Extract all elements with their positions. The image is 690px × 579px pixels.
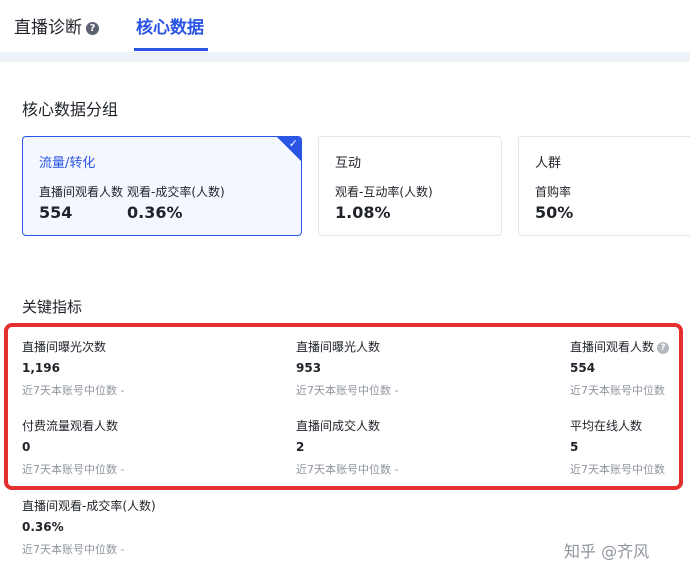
kpi-median-note: 近7天本账号中位数 - <box>296 384 399 397</box>
metric-value: 1.08% <box>335 203 391 222</box>
metric-label: 直播间观看人数 <box>39 185 124 199</box>
kpi-label: 平均在线人数 <box>570 419 643 433</box>
tab-core-data[interactable]: 核心数据 <box>136 13 204 38</box>
kpi-label-row: 直播间观看人数? <box>570 338 670 355</box>
metric-label: 首购率 <box>535 185 572 199</box>
group-card-interaction[interactable]: 互动 观看-互动率(人数) 1.08% <box>318 136 502 236</box>
kpi-item: 付费流量观看人数 0 近7天本账号中位数 - <box>22 417 124 477</box>
kpi-value: 953 <box>296 361 322 375</box>
divider <box>0 52 690 62</box>
help-icon[interactable]: ? <box>86 22 99 35</box>
tab-bar: 直播诊断? 核心数据 <box>0 0 690 52</box>
kpi-median-note: 近7天本账号中位数 <box>570 384 665 397</box>
metric-value: 50% <box>535 203 574 222</box>
help-icon[interactable]: ? <box>657 342 670 354</box>
kpi-item: 直播间曝光人数 953 近7天本账号中位数 - <box>296 338 398 398</box>
kpi-label: 直播间曝光人数 <box>296 340 381 354</box>
kpi-value: 0.36% <box>22 520 64 534</box>
metric-label: 观看-成交率(人数) <box>127 185 225 199</box>
group-card-title: 流量/转化 <box>39 156 96 171</box>
kpi-value: 1,196 <box>22 361 60 375</box>
metric-value: 554 <box>39 203 73 222</box>
tab-live-diagnosis[interactable]: 直播诊断? <box>14 13 99 38</box>
kpi-item: 平均在线人数 5 近7天本账号中位数 <box>570 417 665 477</box>
kpi-label: 直播间观看人数 <box>570 340 655 354</box>
kpi-label: 直播间观看-成交率(人数) <box>22 499 156 513</box>
watermark: 知乎 @齐风 <box>564 542 650 561</box>
kpi-label: 直播间成交人数 <box>296 419 381 433</box>
kpi-median-note: 近7天本账号中位数 - <box>22 543 125 556</box>
metric-label: 观看-互动率(人数) <box>335 185 433 199</box>
section-title-core-groups: 核心数据分组 <box>22 100 119 119</box>
group-card-title: 人群 <box>535 156 562 171</box>
kpi-label: 付费流量观看人数 <box>22 419 119 433</box>
kpi-median-note: 近7天本账号中位数 - <box>22 463 125 476</box>
kpi-median-note: 近7天本账号中位数 <box>570 463 665 476</box>
check-icon: ✓ <box>288 137 298 150</box>
kpi-median-note: 近7天本账号中位数 - <box>296 463 399 476</box>
tab-live-diagnosis-label: 直播诊断 <box>14 18 82 38</box>
kpi-value: 2 <box>296 440 305 454</box>
metric-value: 0.36% <box>127 203 183 222</box>
kpi-value: 0 <box>22 440 31 454</box>
kpi-item: 直播间观看人数? 554 近7天本账号中位数 <box>570 338 670 398</box>
kpi-median-note: 近7天本账号中位数 - <box>22 384 125 397</box>
section-title-key-indicators: 关键指标 <box>22 298 83 316</box>
kpi-item: 直播间成交人数 2 近7天本账号中位数 - <box>296 417 398 477</box>
kpi-label: 直播间曝光次数 <box>22 340 107 354</box>
group-card-audience[interactable]: 人群 首购率 50% <box>518 136 690 236</box>
kpi-value: 5 <box>570 440 579 454</box>
group-card-title: 互动 <box>335 156 362 171</box>
group-card-traffic-conversion[interactable]: 流量/转化 直播间观看人数 554 观看-成交率(人数) 0.36% ✓ <box>22 136 302 236</box>
tab-core-data-label: 核心数据 <box>136 18 204 38</box>
active-tab-indicator <box>134 48 208 51</box>
kpi-value: 554 <box>570 361 596 375</box>
kpi-item: 直播间曝光次数 1,196 近7天本账号中位数 - <box>22 338 124 398</box>
kpi-item: 直播间观看-成交率(人数) 0.36% 近7天本账号中位数 - <box>22 497 156 557</box>
